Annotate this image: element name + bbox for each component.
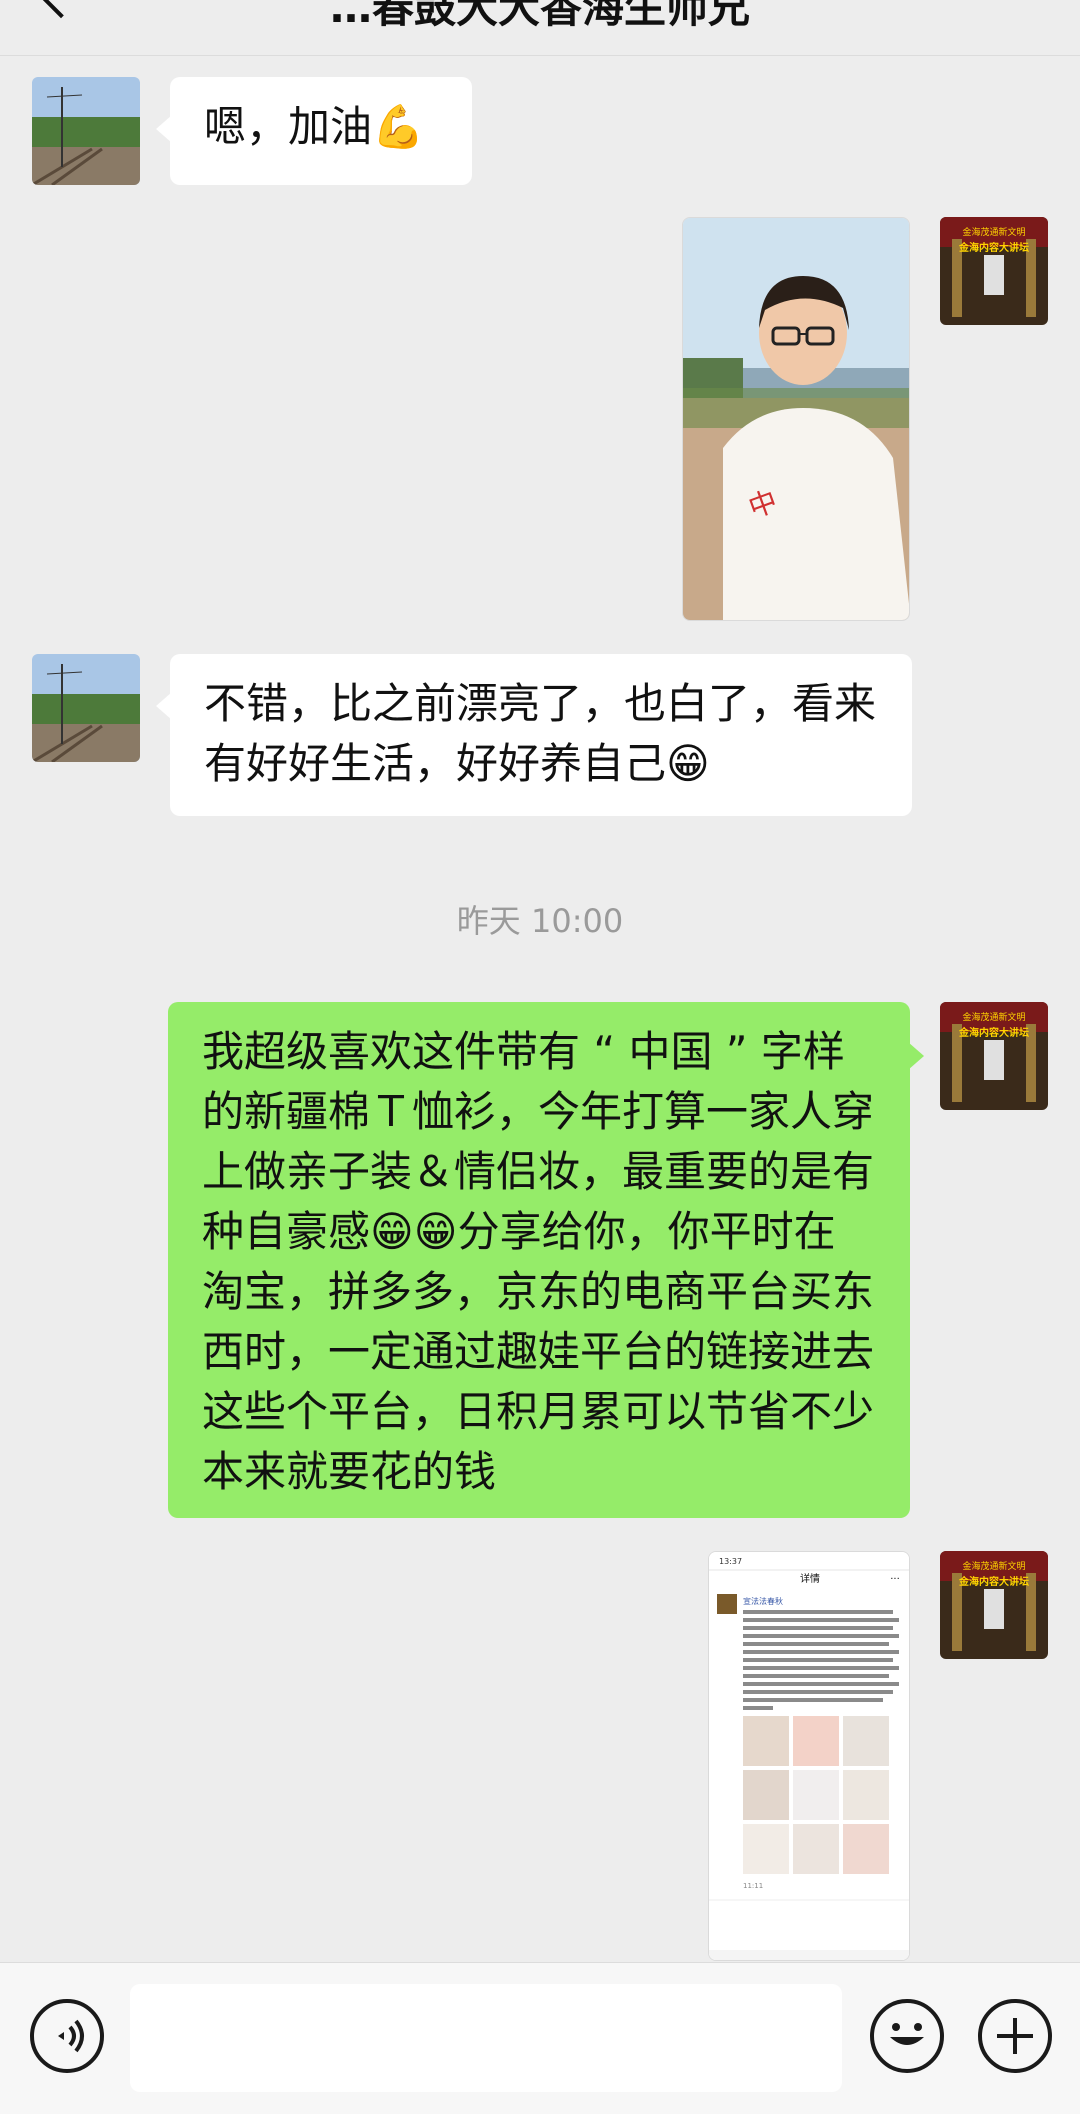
avatar-text-2: 金海内容大讲坛	[958, 1575, 1029, 1588]
message-text: 不错，比之前漂亮了，也白了，看来有好好生活，好好养自己😁	[204, 679, 877, 788]
my-avatar[interactable]: 金海茂通新文明 金海内容大讲坛	[940, 217, 1048, 325]
my-avatar[interactable]: 金海茂通新文明 金海内容大讲坛	[940, 1551, 1048, 1659]
thumb-author: 宣法法春秋	[743, 1596, 783, 1606]
thumb-footer-time: 11:11	[743, 1882, 763, 1890]
message-bubble-3[interactable]: 不错，比之前漂亮了，也白了，看来有好好生活，好好养自己😁	[156, 654, 912, 816]
screenshot-image[interactable]: 13:37 详情 ··· 宣法法春秋 11:11	[708, 1551, 910, 1961]
avatar-text-1: 金海茂通新文明	[962, 1011, 1025, 1023]
chat-title: …春鼓大大香海生师兄	[329, 0, 750, 32]
message-bubble-5[interactable]: 我超级喜欢这件带有 “ 中国 ” 字样的新疆棉Ｔ恤衫，今年打算一家人穿上做亲子装…	[168, 1002, 924, 1518]
message-text: 嗯，加油💪	[204, 102, 425, 151]
my-avatar[interactable]: 金海茂通新文明 金海内容大讲坛	[940, 1002, 1048, 1110]
message-input[interactable]	[130, 1984, 842, 2092]
friend-avatar[interactable]	[32, 77, 140, 185]
message-text: 我超级喜欢这件带有 “ 中国 ” 字样的新疆棉Ｔ恤衫，今年打算一家人穿上做亲子装…	[202, 1027, 875, 1496]
avatar-text-1: 金海茂通新文明	[962, 226, 1025, 238]
emoji-icon[interactable]	[870, 1999, 944, 2073]
selfie-image[interactable]: 中	[682, 217, 910, 621]
avatar-text-2: 金海内容大讲坛	[958, 1026, 1029, 1039]
plus-icon[interactable]	[978, 1999, 1052, 2073]
avatar-text-2: 金海内容大讲坛	[958, 241, 1029, 254]
message-timestamp: 昨天 10:00	[456, 902, 624, 940]
thumb-header: 详情	[800, 1572, 820, 1585]
voice-icon[interactable]	[30, 1999, 104, 2073]
chat-header: …春鼓大大香海生师兄	[0, 0, 1080, 56]
avatar-text-1: 金海茂通新文明	[962, 1560, 1025, 1572]
friend-avatar[interactable]	[32, 654, 140, 762]
thumb-status-time: 13:37	[719, 1557, 742, 1566]
thumb-more: ···	[890, 1574, 900, 1585]
message-bubble-1[interactable]: 嗯，加油💪	[156, 77, 472, 185]
